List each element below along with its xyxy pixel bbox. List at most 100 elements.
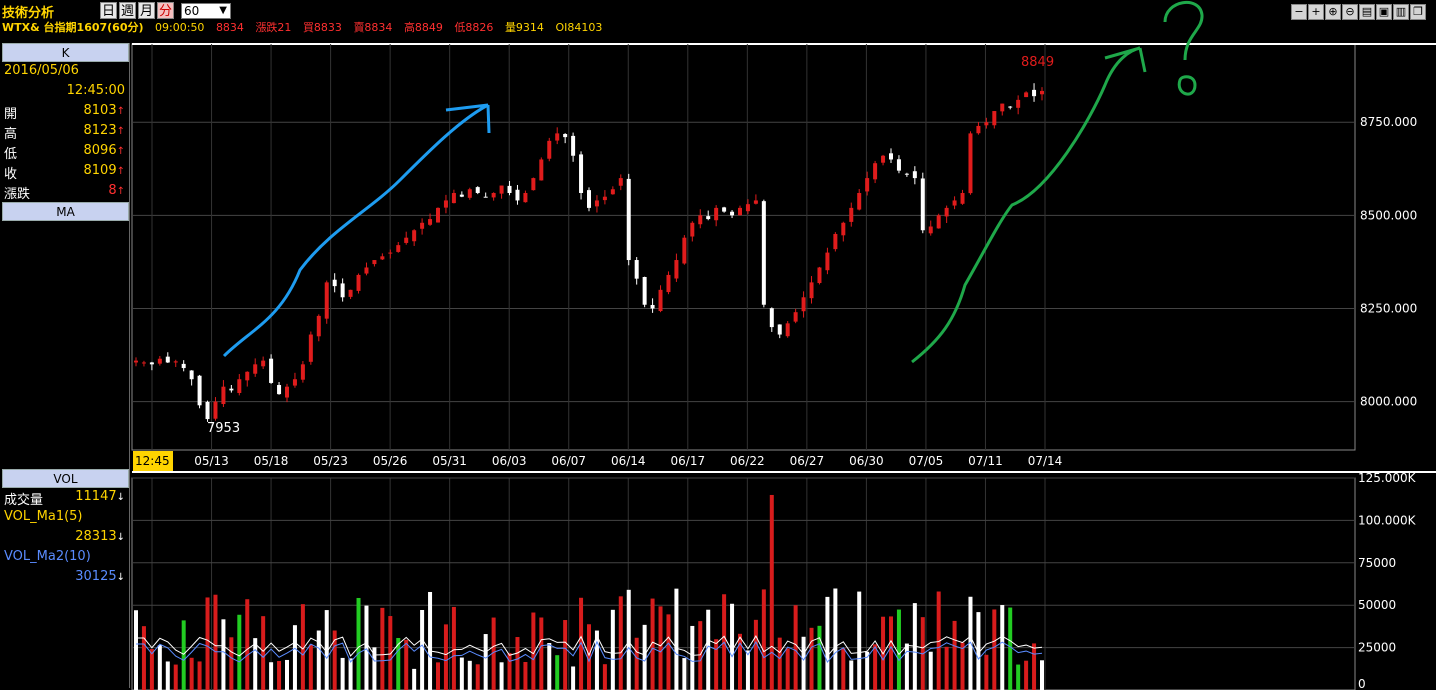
candle-body <box>340 283 345 298</box>
candle-body <box>157 358 162 364</box>
volume-bar <box>253 638 258 690</box>
candle-body <box>412 230 417 242</box>
volume-bar <box>857 591 862 690</box>
candle-body <box>602 196 607 201</box>
x-tick-label: 06/14 <box>611 454 646 468</box>
candle-body <box>563 133 568 138</box>
volume-bar <box>618 596 623 690</box>
volume-bar <box>459 657 464 690</box>
candle-body <box>380 256 385 260</box>
volume-bar <box>157 644 162 690</box>
candle-body <box>1040 90 1044 95</box>
volume-bar <box>761 589 766 690</box>
volume-bar <box>730 603 735 690</box>
candle-body <box>841 222 846 236</box>
candle-body <box>833 233 838 250</box>
volume-bar <box>952 620 957 690</box>
candle-body <box>221 386 226 405</box>
candle-body <box>149 362 154 365</box>
candle-body <box>269 358 274 383</box>
candle-body <box>579 154 584 193</box>
candle-body <box>722 207 727 212</box>
candle-body <box>571 135 576 156</box>
volume-bar <box>412 668 417 690</box>
candle-body <box>483 196 488 198</box>
candle-body <box>245 371 250 381</box>
candle-body <box>769 308 774 328</box>
volume-bar <box>706 609 711 690</box>
candle-body <box>523 192 528 203</box>
candle-body <box>300 364 305 380</box>
volume-bar <box>809 627 814 690</box>
candle-body <box>714 207 719 221</box>
volume-bar <box>1024 660 1029 690</box>
candle-body <box>912 171 917 179</box>
candle-body <box>674 260 679 279</box>
volume-bar <box>451 606 456 690</box>
volume-bar <box>213 594 218 690</box>
candle-body <box>992 111 997 126</box>
candle-body <box>173 361 178 363</box>
volume-bar <box>571 666 576 690</box>
question-mark-drawing <box>1163 0 1204 96</box>
volume-bar <box>682 658 687 690</box>
candle-body <box>984 122 989 126</box>
volume-bar <box>436 662 440 690</box>
candle-body <box>817 267 822 284</box>
candle-body <box>904 173 909 175</box>
volume-bar <box>181 620 186 690</box>
volume-bar <box>745 650 750 690</box>
volume-bar <box>634 637 639 690</box>
candle-body <box>229 388 234 391</box>
volume-bar <box>467 660 472 690</box>
volume-bar <box>483 634 488 690</box>
candle-body <box>134 360 138 363</box>
low-annotation: 7953 <box>207 421 240 436</box>
vol-tick-label: 100.000K <box>1358 513 1417 527</box>
volume-bar <box>626 589 631 690</box>
chart-area[interactable]: 8750.000 8500.000 8250.000 8000.000 12:45 05/… <box>0 0 1436 690</box>
candle-body <box>706 216 711 220</box>
candle-body <box>364 267 369 274</box>
volume-bar <box>769 494 774 690</box>
volume-bar <box>165 661 170 690</box>
candle-body <box>626 178 631 261</box>
vol-tick-label: 50000 <box>1358 598 1396 612</box>
volume-bar <box>269 662 274 690</box>
volume-bar <box>841 648 846 690</box>
volume-bar <box>1008 607 1013 690</box>
vol-tick-label: 75000 <box>1358 556 1396 570</box>
volume-bar <box>141 626 146 690</box>
volume-bar <box>825 596 830 690</box>
candle-body <box>1032 89 1037 97</box>
green-trend-drawing <box>911 46 1147 364</box>
candle-body <box>332 279 337 287</box>
volume-bar <box>714 639 719 690</box>
candle-body <box>388 252 393 254</box>
volume-bar <box>928 651 933 690</box>
volume-bar <box>499 662 504 690</box>
volume-bar <box>539 617 544 690</box>
candle-body <box>896 159 901 171</box>
volume-bar <box>738 633 742 690</box>
vol-tick-label: 0 <box>1358 677 1366 690</box>
candle-body <box>952 200 957 206</box>
candle-body <box>459 194 464 197</box>
candle-body <box>261 360 266 367</box>
candle-body <box>491 192 496 198</box>
y-tick-label: 8750.000 <box>1360 115 1417 129</box>
volume-bar <box>1000 605 1005 690</box>
volume-bar <box>793 605 798 690</box>
candle-body <box>785 323 790 337</box>
candle-body <box>650 304 655 309</box>
candle-body <box>745 204 750 212</box>
candle-body <box>960 192 965 204</box>
candle-body <box>849 207 854 222</box>
candle-body <box>555 133 560 141</box>
candle-body <box>587 190 591 208</box>
candle-body <box>968 133 973 194</box>
candle-body <box>857 192 862 210</box>
volume-plot-frame <box>131 477 1356 690</box>
candle-body <box>920 178 925 231</box>
volume-bar <box>443 624 448 690</box>
